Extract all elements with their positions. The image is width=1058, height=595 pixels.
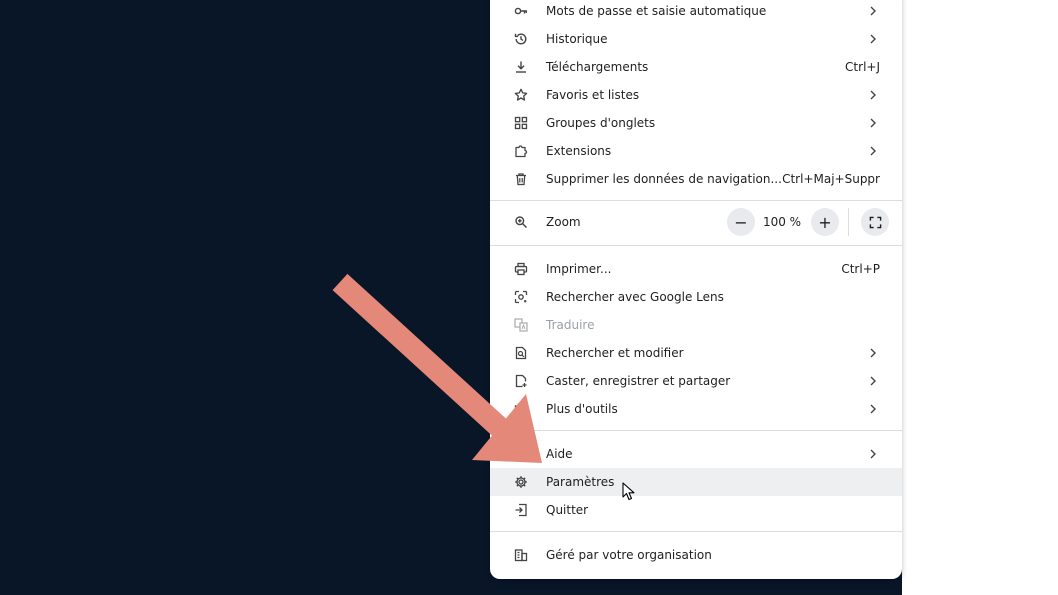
menu-item-managed[interactable]: Géré par votre organisation xyxy=(490,541,902,569)
menu-item-label: Supprimer les données de navigation... xyxy=(546,172,782,186)
menu-item-label: Rechercher et modifier xyxy=(546,346,684,360)
menu-item-label: Historique xyxy=(546,32,608,46)
menu-item-label: Favoris et listes xyxy=(546,88,640,102)
menu-item-shortcut: Ctrl+Maj+Suppr xyxy=(782,172,880,186)
menu-item-label: Traduire xyxy=(546,318,595,332)
menu-item-label: Imprimer... xyxy=(546,262,612,276)
trash-icon xyxy=(514,172,528,186)
zoom-in-button[interactable]: + xyxy=(811,208,839,236)
chevron-right-icon xyxy=(870,449,876,459)
menu-item-label: Géré par votre organisation xyxy=(546,548,712,562)
history-icon xyxy=(514,32,528,46)
menu-item-label: Plus d'outils xyxy=(546,402,618,416)
tools-icon xyxy=(514,402,528,416)
menu-item-more-tools[interactable]: Plus d'outils xyxy=(490,395,902,423)
browser-main-menu: Mots de passe et saisie automatique Hist… xyxy=(490,0,902,579)
find-icon xyxy=(514,346,528,360)
gear-icon xyxy=(514,475,528,489)
zoom-divider xyxy=(848,208,849,236)
extension-icon xyxy=(514,144,528,158)
menu-divider xyxy=(490,245,902,246)
zoom-out-button[interactable]: − xyxy=(727,208,755,236)
menu-item-label: Aide xyxy=(546,447,573,461)
cast-icon xyxy=(514,374,528,388)
menu-item-label: Rechercher avec Google Lens xyxy=(546,290,724,304)
lens-icon xyxy=(514,290,528,304)
menu-item-google-lens[interactable]: Rechercher avec Google Lens xyxy=(490,283,902,311)
menu-item-label: Groupes d'onglets xyxy=(546,116,656,130)
fullscreen-icon xyxy=(869,216,881,228)
menu-divider xyxy=(490,531,902,532)
zoom-label: Zoom xyxy=(546,215,581,229)
chevron-right-icon xyxy=(870,348,876,358)
exit-icon xyxy=(514,503,528,517)
print-icon xyxy=(514,262,528,276)
chevron-right-icon xyxy=(870,146,876,156)
menu-item-history[interactable]: Historique xyxy=(490,25,902,53)
menu-divider xyxy=(490,200,902,201)
chevron-right-icon xyxy=(870,376,876,386)
zoom-icon xyxy=(514,215,528,229)
zoom-row: Zoom − 100 % + xyxy=(490,204,902,240)
menu-item-find-edit[interactable]: Rechercher et modifier xyxy=(490,339,902,367)
menu-item-shortcut: Ctrl+P xyxy=(841,262,880,276)
menu-item-label: Quitter xyxy=(546,503,589,517)
building-icon xyxy=(514,548,528,562)
chevron-right-icon xyxy=(870,118,876,128)
menu-item-print[interactable]: Imprimer... Ctrl+P xyxy=(490,255,902,283)
menu-item-translate[interactable]: Traduire xyxy=(490,311,902,339)
star-icon xyxy=(514,88,528,102)
zoom-level-value: 100 % xyxy=(762,215,802,229)
translate-icon xyxy=(514,318,528,332)
chevron-right-icon xyxy=(870,34,876,44)
chevron-right-icon xyxy=(870,404,876,414)
menu-item-tab-groups[interactable]: Groupes d'onglets xyxy=(490,109,902,137)
menu-item-cast[interactable]: Caster, enregistrer et partager xyxy=(490,367,902,395)
menu-item-passwords[interactable]: Mots de passe et saisie automatique xyxy=(490,0,902,25)
menu-item-downloads[interactable]: Téléchargements Ctrl+J xyxy=(490,53,902,81)
menu-item-shortcut: Ctrl+J xyxy=(845,60,880,74)
menu-item-label: Téléchargements xyxy=(546,60,649,74)
menu-item-label: Caster, enregistrer et partager xyxy=(546,374,731,388)
menu-divider xyxy=(490,430,902,431)
menu-item-bookmarks[interactable]: Favoris et listes xyxy=(490,81,902,109)
menu-item-help[interactable]: Aide xyxy=(490,440,902,468)
menu-item-extensions[interactable]: Extensions xyxy=(490,137,902,165)
menu-item-clear-data[interactable]: Supprimer les données de navigation... C… xyxy=(490,165,902,193)
key-icon xyxy=(514,4,528,18)
chevron-right-icon xyxy=(870,90,876,100)
fullscreen-button[interactable] xyxy=(861,208,889,236)
download-icon xyxy=(514,60,528,74)
menu-item-label: Paramètres xyxy=(546,475,615,489)
mouse-cursor-icon xyxy=(622,482,635,501)
menu-item-label: Mots de passe et saisie automatique xyxy=(546,4,767,18)
help-icon xyxy=(514,447,528,461)
menu-item-quit[interactable]: Quitter xyxy=(490,496,902,524)
chevron-right-icon xyxy=(870,6,876,16)
menu-item-label: Extensions xyxy=(546,144,612,158)
tab-groups-icon xyxy=(514,116,528,130)
menu-item-settings[interactable]: Paramètres xyxy=(490,468,902,496)
